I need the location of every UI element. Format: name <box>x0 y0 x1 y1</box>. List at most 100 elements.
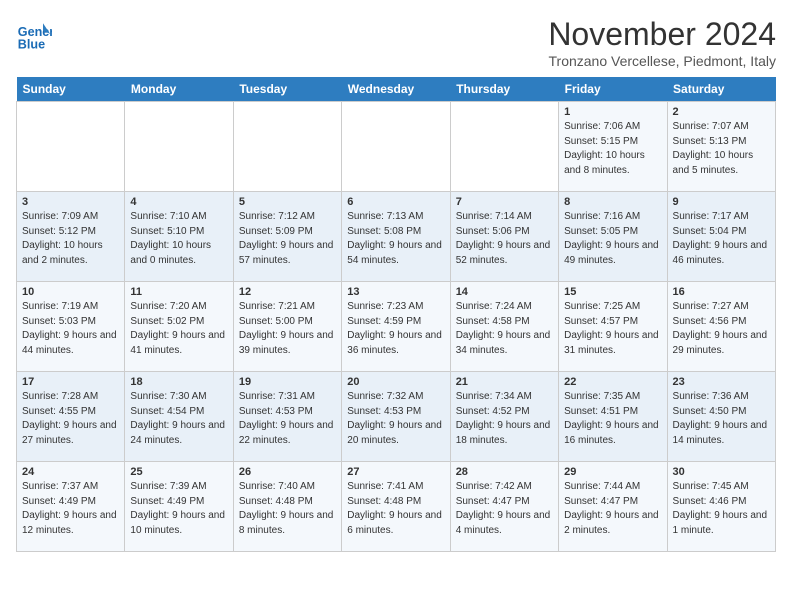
day-number: 9 <box>673 196 770 208</box>
day-info: Sunrise: 7:39 AM Sunset: 4:49 PM Dayligh… <box>130 480 227 538</box>
weekday-header: Sunday <box>17 77 125 102</box>
day-info: Sunrise: 7:17 AM Sunset: 5:04 PM Dayligh… <box>673 210 770 268</box>
logo: General Blue <box>16 16 52 52</box>
calendar-cell: 2Sunrise: 7:07 AM Sunset: 5:13 PM Daylig… <box>667 102 775 192</box>
day-number: 27 <box>347 466 444 478</box>
day-info: Sunrise: 7:19 AM Sunset: 5:03 PM Dayligh… <box>22 300 119 358</box>
day-info: Sunrise: 7:30 AM Sunset: 4:54 PM Dayligh… <box>130 390 227 448</box>
calendar-cell: 8 Sunrise: 7:16 AM Sunset: 5:05 PM Daylig… <box>559 192 667 282</box>
day-number: 4 <box>130 196 227 208</box>
day-info: Sunrise: 7:23 AM Sunset: 4:59 PM Dayligh… <box>347 300 444 358</box>
calendar-cell <box>17 102 125 192</box>
day-number: 3 <box>22 196 119 208</box>
day-info: Sunrise: 7:40 AM Sunset: 4:48 PM Dayligh… <box>239 480 336 538</box>
calendar-cell: 30 Sunrise: 7:45 AM Sunset: 4:46 PM Dayli… <box>667 462 775 552</box>
day-info: Sunrise: 7:16 AM Sunset: 5:05 PM Dayligh… <box>564 210 661 268</box>
day-number: 24 <box>22 466 119 478</box>
day-number: 7 <box>456 196 553 208</box>
day-number: 19 <box>239 376 336 388</box>
day-number: 1 <box>564 106 661 118</box>
day-number: 26 <box>239 466 336 478</box>
calendar-cell: 29 Sunrise: 7:44 AM Sunset: 4:47 PM Dayli… <box>559 462 667 552</box>
day-info: Sunrise: 7:34 AM Sunset: 4:52 PM Dayligh… <box>456 390 553 448</box>
weekday-header: Monday <box>125 77 233 102</box>
title-block: November 2024 Tronzano Vercellese, Piedm… <box>548 16 776 69</box>
calendar-cell: 9 Sunrise: 7:17 AM Sunset: 5:04 PM Daylig… <box>667 192 775 282</box>
calendar-cell: 17 Sunrise: 7:28 AM Sunset: 4:55 PM Dayli… <box>17 372 125 462</box>
day-info: Sunrise: 7:41 AM Sunset: 4:48 PM Dayligh… <box>347 480 444 538</box>
day-number: 22 <box>564 376 661 388</box>
day-info: Sunrise: 7:36 AM Sunset: 4:50 PM Dayligh… <box>673 390 770 448</box>
day-info: Sunrise: 7:32 AM Sunset: 4:53 PM Dayligh… <box>347 390 444 448</box>
day-info: Sunrise: 7:37 AM Sunset: 4:49 PM Dayligh… <box>22 480 119 538</box>
calendar-cell <box>125 102 233 192</box>
calendar-cell: 27 Sunrise: 7:41 AM Sunset: 4:48 PM Dayli… <box>342 462 450 552</box>
calendar-cell: 28Sunrise: 7:42 AM Sunset: 4:47 PM Dayli… <box>450 462 558 552</box>
day-info: Sunrise: 7:06 AM Sunset: 5:15 PM Dayligh… <box>564 120 661 178</box>
page-header: General Blue November 2024 Tronzano Verc… <box>16 16 776 69</box>
calendar-cell: 19Sunrise: 7:31 AM Sunset: 4:53 PM Dayli… <box>233 372 341 462</box>
day-info: Sunrise: 7:12 AM Sunset: 5:09 PM Dayligh… <box>239 210 336 268</box>
day-info: Sunrise: 7:20 AM Sunset: 5:02 PM Dayligh… <box>130 300 227 358</box>
weekday-header: Wednesday <box>342 77 450 102</box>
calendar-cell <box>342 102 450 192</box>
day-info: Sunrise: 7:45 AM Sunset: 4:46 PM Dayligh… <box>673 480 770 538</box>
calendar-cell: 26 Sunrise: 7:40 AM Sunset: 4:48 PM Dayli… <box>233 462 341 552</box>
calendar-table: SundayMondayTuesdayWednesdayThursdayFrid… <box>16 77 776 552</box>
day-number: 28 <box>456 466 553 478</box>
day-number: 13 <box>347 286 444 298</box>
day-number: 15 <box>564 286 661 298</box>
calendar-cell <box>450 102 558 192</box>
day-info: Sunrise: 7:14 AM Sunset: 5:06 PM Dayligh… <box>456 210 553 268</box>
day-number: 6 <box>347 196 444 208</box>
calendar-cell: 18 Sunrise: 7:30 AM Sunset: 4:54 PM Dayli… <box>125 372 233 462</box>
calendar-cell: 14 Sunrise: 7:24 AM Sunset: 4:58 PM Dayli… <box>450 282 558 372</box>
calendar-cell: 24 Sunrise: 7:37 AM Sunset: 4:49 PM Dayli… <box>17 462 125 552</box>
calendar-cell: 1 Sunrise: 7:06 AM Sunset: 5:15 PM Daylig… <box>559 102 667 192</box>
calendar-cell: 16 Sunrise: 7:27 AM Sunset: 4:56 PM Dayli… <box>667 282 775 372</box>
day-info: Sunrise: 7:28 AM Sunset: 4:55 PM Dayligh… <box>22 390 119 448</box>
day-info: Sunrise: 7:24 AM Sunset: 4:58 PM Dayligh… <box>456 300 553 358</box>
day-info: Sunrise: 7:25 AM Sunset: 4:57 PM Dayligh… <box>564 300 661 358</box>
calendar-cell: 20Sunrise: 7:32 AM Sunset: 4:53 PM Dayli… <box>342 372 450 462</box>
weekday-header: Saturday <box>667 77 775 102</box>
day-number: 29 <box>564 466 661 478</box>
day-number: 17 <box>22 376 119 388</box>
weekday-header: Friday <box>559 77 667 102</box>
day-number: 2 <box>673 106 770 118</box>
calendar-cell: 6 Sunrise: 7:13 AM Sunset: 5:08 PM Daylig… <box>342 192 450 282</box>
day-info: Sunrise: 7:44 AM Sunset: 4:47 PM Dayligh… <box>564 480 661 538</box>
day-number: 21 <box>456 376 553 388</box>
day-info: Sunrise: 7:21 AM Sunset: 5:00 PM Dayligh… <box>239 300 336 358</box>
day-info: Sunrise: 7:09 AM Sunset: 5:12 PM Dayligh… <box>22 210 119 268</box>
calendar-cell: 23 Sunrise: 7:36 AM Sunset: 4:50 PM Dayli… <box>667 372 775 462</box>
location: Tronzano Vercellese, Piedmont, Italy <box>548 53 776 69</box>
calendar-cell: 25Sunrise: 7:39 AM Sunset: 4:49 PM Dayli… <box>125 462 233 552</box>
weekday-header: Tuesday <box>233 77 341 102</box>
day-number: 10 <box>22 286 119 298</box>
day-number: 16 <box>673 286 770 298</box>
calendar-cell: 7 Sunrise: 7:14 AM Sunset: 5:06 PM Daylig… <box>450 192 558 282</box>
day-number: 18 <box>130 376 227 388</box>
calendar-cell <box>233 102 341 192</box>
day-number: 14 <box>456 286 553 298</box>
day-info: Sunrise: 7:35 AM Sunset: 4:51 PM Dayligh… <box>564 390 661 448</box>
calendar-cell: 11 Sunrise: 7:20 AM Sunset: 5:02 PM Dayli… <box>125 282 233 372</box>
day-number: 8 <box>564 196 661 208</box>
calendar-cell: 22 Sunrise: 7:35 AM Sunset: 4:51 PM Dayli… <box>559 372 667 462</box>
calendar-cell: 10 Sunrise: 7:19 AM Sunset: 5:03 PM Dayli… <box>17 282 125 372</box>
calendar-cell: 12 Sunrise: 7:21 AM Sunset: 5:00 PM Dayli… <box>233 282 341 372</box>
weekday-header: Thursday <box>450 77 558 102</box>
day-number: 23 <box>673 376 770 388</box>
day-number: 5 <box>239 196 336 208</box>
calendar-cell: 13 Sunrise: 7:23 AM Sunset: 4:59 PM Dayli… <box>342 282 450 372</box>
calendar-cell: 3 Sunrise: 7:09 AM Sunset: 5:12 PM Daylig… <box>17 192 125 282</box>
svg-text:Blue: Blue <box>18 37 45 51</box>
day-info: Sunrise: 7:13 AM Sunset: 5:08 PM Dayligh… <box>347 210 444 268</box>
day-info: Sunrise: 7:27 AM Sunset: 4:56 PM Dayligh… <box>673 300 770 358</box>
calendar-cell: 4Sunrise: 7:10 AM Sunset: 5:10 PM Daylig… <box>125 192 233 282</box>
day-number: 12 <box>239 286 336 298</box>
day-number: 30 <box>673 466 770 478</box>
logo-icon: General Blue <box>16 16 52 52</box>
day-number: 11 <box>130 286 227 298</box>
